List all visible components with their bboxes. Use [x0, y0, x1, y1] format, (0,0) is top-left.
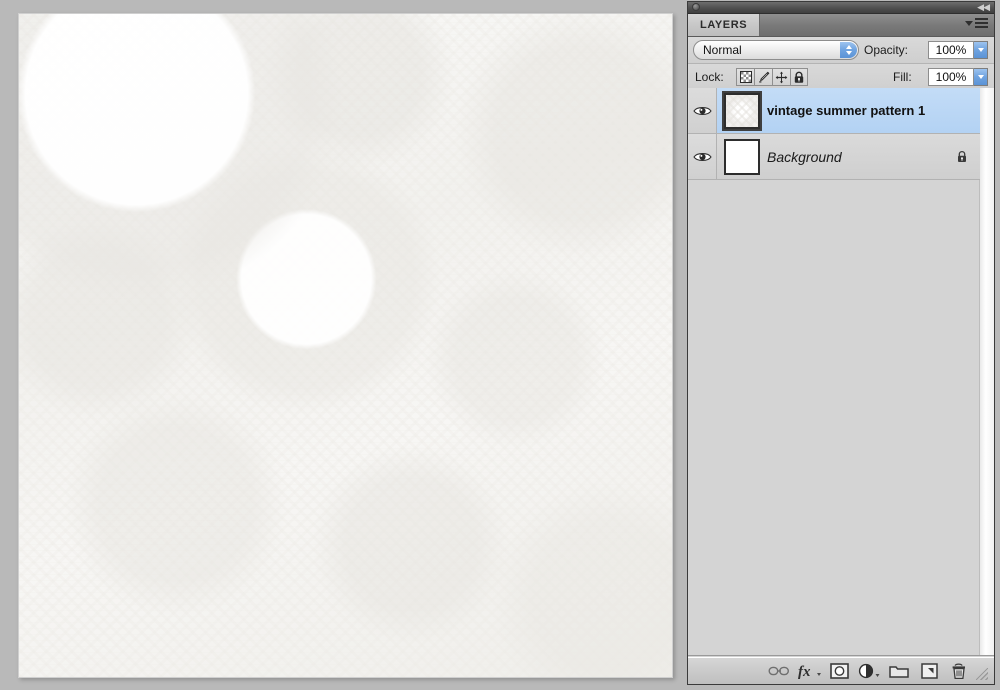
- layer-visibility-toggle[interactable]: [688, 88, 717, 133]
- eye-icon: [692, 148, 712, 165]
- eye-icon: [692, 102, 712, 119]
- adjustment-layer-icon[interactable]: [854, 659, 884, 683]
- new-group-icon[interactable]: [884, 659, 914, 683]
- hamburger-icon: [975, 18, 988, 28]
- lock-position-icon[interactable]: [772, 68, 790, 86]
- new-layer-icon[interactable]: [914, 659, 944, 683]
- lock-transparent-pixels-icon[interactable]: [736, 68, 754, 86]
- opacity-input[interactable]: 100%: [928, 41, 974, 59]
- layer-rows: vintage summer pattern 1 Background: [688, 88, 980, 180]
- layers-panel: ◀◀ LAYERS Normal Opacity: 100% Lock: Fil…: [686, 0, 1000, 690]
- white-thumbnail[interactable]: [724, 138, 760, 175]
- panel-menu-icon[interactable]: [965, 18, 988, 28]
- layers-panel-frame: ◀◀ LAYERS Normal Opacity: 100% Lock: Fil…: [687, 1, 995, 685]
- layer-thumbnail-cell[interactable]: [717, 138, 767, 175]
- fill-dropdown-icon[interactable]: [974, 68, 988, 86]
- opacity-label: Opacity:: [864, 43, 909, 57]
- fill-label: Fill:: [893, 70, 912, 84]
- layer-name: Background: [767, 148, 842, 165]
- blend-mode-select[interactable]: Normal: [693, 40, 859, 60]
- fill-input[interactable]: 100%: [928, 68, 974, 86]
- layer-visibility-toggle[interactable]: [688, 134, 717, 179]
- layer-style-fx-icon[interactable]: fx: [794, 659, 824, 683]
- blend-mode-value: Normal: [703, 43, 742, 57]
- blend-mode-stepper-icon[interactable]: [840, 42, 857, 58]
- chevron-down-icon: [965, 20, 973, 26]
- layer-name: vintage summer pattern 1: [767, 103, 926, 118]
- lock-all-icon[interactable]: [790, 68, 808, 86]
- pattern-thumbnail[interactable]: [722, 90, 762, 131]
- delete-layer-icon[interactable]: [944, 659, 974, 683]
- document-workspace: [0, 0, 686, 690]
- collapse-panel-icon[interactable]: ◀◀: [977, 2, 990, 13]
- layer-lock-indicator-cell: [944, 150, 980, 164]
- tab-layers[interactable]: LAYERS: [688, 14, 761, 36]
- document-canvas[interactable]: [18, 13, 673, 678]
- panel-grip-dot-icon: [692, 3, 700, 11]
- panel-titlebar[interactable]: ◀◀: [688, 2, 994, 14]
- lock-buttons-group: [736, 68, 808, 86]
- lock-badge-icon: [956, 150, 968, 164]
- table-row[interactable]: vintage summer pattern 1: [688, 88, 980, 134]
- blend-mode-row: Normal Opacity: 100%: [688, 37, 994, 64]
- layer-name-cell[interactable]: vintage summer pattern 1: [767, 103, 944, 118]
- table-row[interactable]: Background: [688, 134, 980, 180]
- tab-layers-label: LAYERS: [700, 19, 748, 31]
- panel-tabstrip: LAYERS: [688, 14, 994, 37]
- layer-list[interactable]: vintage summer pattern 1 Background: [688, 88, 994, 656]
- opacity-dropdown-icon[interactable]: [974, 41, 988, 59]
- layer-mask-icon[interactable]: [824, 659, 854, 683]
- lock-image-pixels-icon[interactable]: [754, 68, 772, 86]
- layers-bottom-toolbar: fx: [688, 657, 994, 684]
- panel-resize-grip-icon[interactable]: [976, 668, 988, 680]
- layer-thumbnail-cell[interactable]: [717, 90, 767, 131]
- link-layers-icon[interactable]: [764, 659, 794, 683]
- layer-list-scrollbar[interactable]: [979, 88, 994, 655]
- lock-label: Lock:: [695, 70, 724, 84]
- svg-text:fx: fx: [798, 664, 811, 680]
- lock-row: Lock: Fill: 100%: [688, 64, 994, 91]
- photoshop-layers-screen: ◀◀ LAYERS Normal Opacity: 100% Lock: Fil…: [0, 0, 1000, 690]
- layer-name-cell[interactable]: Background: [767, 149, 944, 165]
